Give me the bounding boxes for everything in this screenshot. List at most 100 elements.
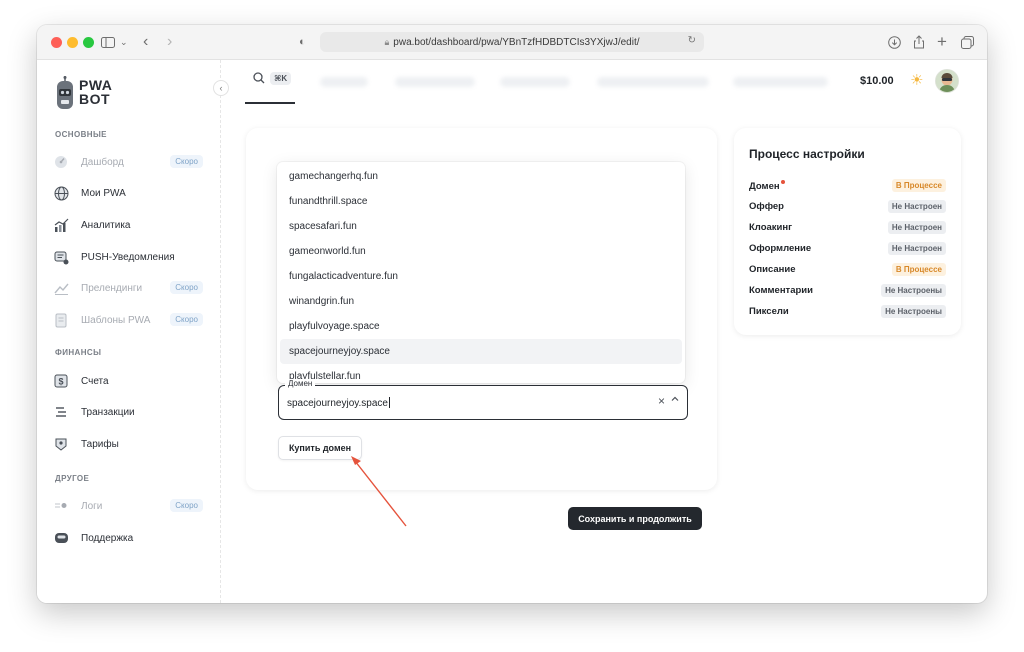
sidebar-item-label: PUSH-Уведомления <box>81 251 175 263</box>
share-icon[interactable] <box>913 33 925 51</box>
dropdown-option[interactable]: playfulstellar.fun <box>280 364 682 383</box>
sidebar-item-analytics[interactable]: Аналитика <box>53 214 205 236</box>
status-badge: В Процессе <box>891 179 946 192</box>
domain-field-label: Домен <box>285 379 316 388</box>
download-icon[interactable] <box>888 33 901 51</box>
sidebar-item-label: Логи <box>81 500 103 512</box>
domain-input[interactable]: spacejourneyjoy.space <box>287 397 390 409</box>
domain-combobox[interactable]: Домен spacejourneyjoy.space × <box>278 379 688 420</box>
search-button[interactable]: ⌘K <box>245 60 295 104</box>
logo-text: PWA BOT <box>79 77 113 107</box>
privacy-shield-icon[interactable]: ◐ <box>299 33 306 51</box>
soon-badge: Скоро <box>170 281 203 294</box>
step-label: Домен <box>749 180 785 192</box>
sidebar: PWA BOT ‹ ОСНОВНЫЕ Дашборд Скоро Мои PWA … <box>37 60 229 603</box>
search-shortcut: ⌘K <box>270 72 292 85</box>
lock-icon: 🔒︎ <box>384 36 390 47</box>
landing-icon <box>53 280 69 296</box>
sun-icon[interactable]: ☀ <box>910 71 923 89</box>
section-title-main: ОСНОВНЫЕ <box>55 130 107 139</box>
step-label: Оффер <box>749 201 784 212</box>
robot-logo-icon <box>57 76 73 109</box>
nav-tab-blurred[interactable] <box>597 77 709 87</box>
new-tab-icon[interactable]: + <box>937 32 947 51</box>
globe-icon <box>53 185 69 201</box>
dropdown-option[interactable]: fungalacticadventure.fun <box>280 264 682 289</box>
soon-badge: Скоро <box>170 155 203 168</box>
section-title-finance: ФИНАНСЫ <box>55 348 102 357</box>
progress-row-domain[interactable]: Домен В Процессе <box>749 178 946 194</box>
nav-tab-blurred[interactable] <box>733 77 828 87</box>
step-label: Клоакинг <box>749 222 793 233</box>
sidebar-item-push[interactable]: PUSH-Уведомления <box>53 246 205 268</box>
sidebar-item-dashboard[interactable]: Дашборд Скоро <box>53 151 205 173</box>
save-continue-button[interactable]: Сохранить и продолжить <box>568 507 702 530</box>
chevron-down-icon[interactable]: ⌄ <box>120 33 128 51</box>
svg-text:$: $ <box>58 377 63 387</box>
dropdown-option[interactable]: gameonworld.fun <box>280 239 682 264</box>
browser-toolbar: ⌄ ‹ › ◐ 🔒︎ pwa.bot/dashboard/pwa/YBnTzfH… <box>37 25 987 60</box>
sidebar-item-templates[interactable]: Шаблоны PWA Скоро <box>53 309 205 331</box>
avatar[interactable] <box>935 69 959 93</box>
progress-row-design[interactable]: Оформление Не Настроен <box>749 241 946 257</box>
progress-row-pixels[interactable]: Пиксели Не Настроены <box>749 304 946 320</box>
dropdown-option[interactable]: spacesafari.fun <box>280 214 682 239</box>
clear-icon[interactable]: × <box>658 394 665 408</box>
sidebar-item-invoices[interactable]: $ Счета <box>53 370 205 392</box>
progress-title: Процесс настройки <box>749 147 865 161</box>
balance-display[interactable]: $10.00 <box>860 75 894 87</box>
close-window-button[interactable] <box>51 37 62 48</box>
dropdown-option[interactable]: funandthrill.space <box>280 189 682 214</box>
chevron-up-icon[interactable] <box>670 394 680 407</box>
sidebar-item-label: Прелендинги <box>81 282 143 294</box>
soon-badge: Скоро <box>170 313 203 326</box>
sidebar-item-my-pwa[interactable]: Мои PWA <box>53 182 205 204</box>
sidebar-item-label: Шаблоны PWA <box>81 314 151 326</box>
search-icon <box>253 72 265 87</box>
progress-row-cloaking[interactable]: Клоакинг Не Настроен <box>749 220 946 236</box>
chart-icon <box>53 217 69 233</box>
progress-row-offer[interactable]: Оффер Не Настроен <box>749 199 946 215</box>
collapse-sidebar-button[interactable]: ‹ <box>213 80 229 96</box>
tabs-overview-icon[interactable] <box>961 33 974 51</box>
section-title-other: ДРУГОЕ <box>55 474 90 483</box>
progress-row-description[interactable]: Описание В Процессе <box>749 262 946 278</box>
soon-badge: Скоро <box>170 499 203 512</box>
logs-icon <box>53 498 69 514</box>
annotation-arrow <box>351 456 407 527</box>
domain-dropdown: gamechangerhq.fun funandthrill.space spa… <box>277 162 685 383</box>
nav-tab-blurred[interactable] <box>320 77 368 87</box>
template-icon <box>53 312 69 328</box>
sidebar-item-tariffs[interactable]: Тарифы <box>53 433 205 455</box>
browser-window: ⌄ ‹ › ◐ 🔒︎ pwa.bot/dashboard/pwa/YBnTzfH… <box>37 25 987 603</box>
dropdown-option[interactable]: playfulvoyage.space <box>280 314 682 339</box>
support-icon <box>53 530 69 546</box>
invoice-icon: $ <box>53 373 69 389</box>
dropdown-option[interactable]: gamechangerhq.fun <box>280 164 682 189</box>
sidebar-item-logs[interactable]: Логи Скоро <box>53 495 205 517</box>
status-badge: Не Настроен <box>887 242 946 255</box>
nav-tab-blurred[interactable] <box>500 77 570 87</box>
top-navigation: ⌘K $10.00 ☀ <box>245 60 987 105</box>
sidebar-item-prelandings[interactable]: Прелендинги Скоро <box>53 277 205 299</box>
sidebar-toggle-icon[interactable] <box>101 33 115 51</box>
status-badge: Не Настроен <box>887 221 946 234</box>
transactions-icon <box>53 404 69 420</box>
address-bar[interactable]: 🔒︎ pwa.bot/dashboard/pwa/YBnTzfHDBDTCIs3… <box>320 32 704 52</box>
nav-tab-blurred[interactable] <box>395 77 475 87</box>
forward-icon[interactable]: › <box>167 33 172 51</box>
sidebar-item-label: Счета <box>81 375 109 387</box>
status-badge: Не Настроены <box>881 284 946 297</box>
zoom-window-button[interactable] <box>83 37 94 48</box>
dropdown-option[interactable]: winandgrin.fun <box>280 289 682 314</box>
sidebar-item-transactions[interactable]: Транзакции <box>53 401 205 423</box>
sidebar-item-support[interactable]: Поддержка <box>53 527 205 549</box>
tariff-icon <box>53 436 69 452</box>
progress-row-comments[interactable]: Комментарии Не Настроены <box>749 283 946 299</box>
dropdown-option-selected[interactable]: spacejourneyjoy.space <box>280 339 682 364</box>
pwa-bot-logo[interactable]: PWA BOT <box>55 76 135 112</box>
status-badge: Не Настроен <box>887 200 946 213</box>
back-icon[interactable]: ‹ <box>143 33 148 51</box>
minimize-window-button[interactable] <box>67 37 78 48</box>
reload-icon[interactable]: ↻ <box>688 35 696 46</box>
